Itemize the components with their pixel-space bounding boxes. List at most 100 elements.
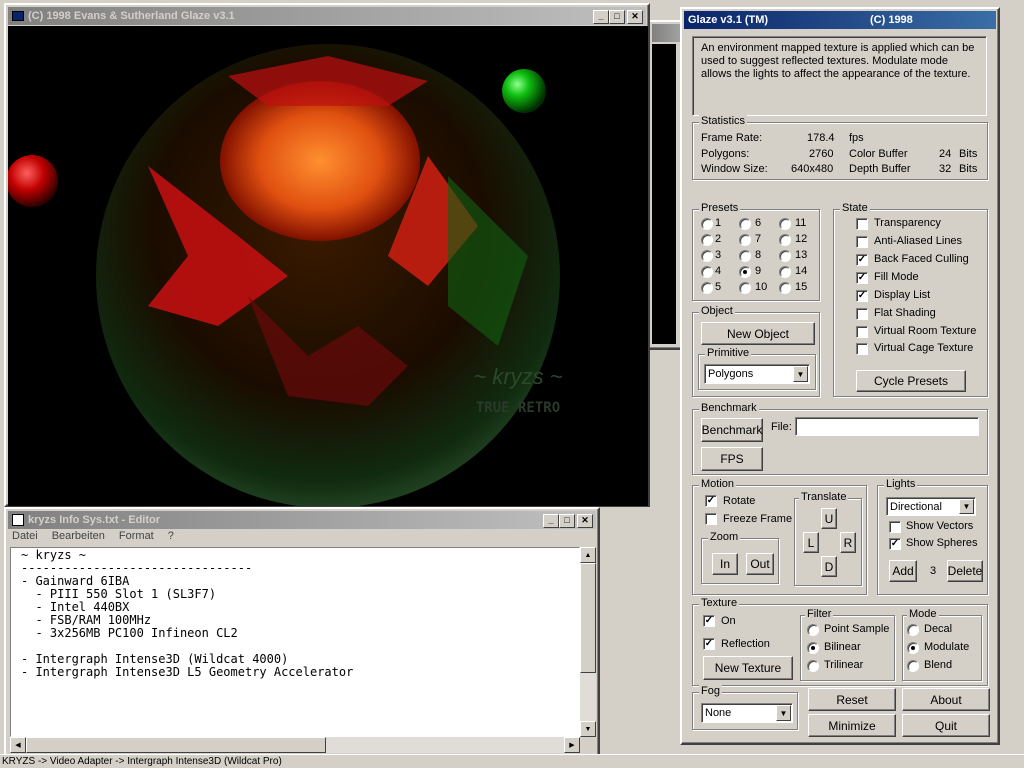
watermark-main: ~ kryzs ~ [473, 364, 562, 389]
editor-vertical-scrollbar[interactable]: ▲ ▼ [580, 547, 596, 737]
fog-dropdown-arrow-icon[interactable]: ▼ [776, 705, 791, 721]
editor-menubar: Datei Bearbeiten Format ? [12, 530, 174, 546]
preset-radio-9[interactable] [739, 266, 751, 278]
menu-format[interactable]: Format [119, 530, 154, 546]
back-faced-culling-checkbox[interactable]: ✓ [856, 254, 868, 266]
anti-aliased-lines-checkbox[interactable] [856, 236, 868, 248]
preset-label-6: 6 [755, 217, 762, 229]
delete-light-button[interactable]: Delete [947, 560, 983, 582]
preset-radio-13[interactable] [779, 250, 791, 262]
virtual-cage-texture-label: Virtual Cage Texture [874, 342, 974, 354]
primitive-dropdown[interactable]: Polygons ▼ [704, 364, 810, 384]
filter-trilinear-radio[interactable] [807, 660, 819, 672]
scroll-up-icon[interactable]: ▲ [580, 547, 596, 563]
mode-decal-radio[interactable] [907, 624, 919, 636]
new-texture-button[interactable]: New Texture [703, 656, 793, 680]
mode-blend-radio[interactable] [907, 660, 919, 672]
light-type-dropdown-arrow-icon[interactable]: ▼ [959, 499, 974, 514]
fps-button[interactable]: FPS [701, 447, 763, 471]
filter-bilinear-radio[interactable] [807, 642, 819, 654]
translate-down-button[interactable]: D [821, 556, 837, 577]
preset-label-10: 10 [755, 281, 768, 293]
freeze-frame-checkbox[interactable] [705, 513, 717, 525]
editor-text-area[interactable]: ~ kryzs ~ ------------------------------… [10, 547, 580, 737]
transparency-checkbox[interactable] [856, 218, 868, 230]
show-spheres-checkbox[interactable]: ✓ [889, 538, 901, 550]
window-size-label: Window Size: [701, 163, 768, 175]
close-icon[interactable]: ✕ [627, 10, 643, 24]
preset-label-14: 14 [795, 265, 808, 277]
show-vectors-checkbox[interactable] [889, 521, 901, 533]
minimize-icon[interactable]: _ [593, 10, 609, 24]
preset-radio-12[interactable] [779, 234, 791, 246]
preset-radio-15[interactable] [779, 282, 791, 294]
menu-datei[interactable]: Datei [12, 530, 38, 546]
virtual-cage-texture-checkbox[interactable] [856, 343, 868, 355]
translate-up-button[interactable]: U [821, 508, 837, 529]
flat-shading-label: Flat Shading [874, 307, 936, 319]
zoom-in-button[interactable]: In [712, 553, 738, 575]
preset-radio-14[interactable] [779, 266, 791, 278]
preset-radio-6[interactable] [739, 218, 751, 230]
preset-radio-5[interactable] [701, 282, 713, 294]
light-type-dropdown[interactable]: Directional ▼ [886, 497, 976, 516]
virtual-room-texture-checkbox[interactable] [856, 326, 868, 338]
preset-radio-1[interactable] [701, 218, 713, 230]
depth-buffer-value: 32 [939, 163, 952, 175]
preset-radio-10[interactable] [739, 282, 751, 294]
mode-modulate-radio[interactable] [907, 642, 919, 654]
scroll-thumb-vertical[interactable] [580, 563, 596, 673]
preset-radio-11[interactable] [779, 218, 791, 230]
menu-bearbeiten[interactable]: Bearbeiten [52, 530, 105, 546]
editor-close-icon[interactable]: ✕ [577, 514, 593, 528]
primitive-value: Polygons [708, 368, 754, 380]
preset-label-5: 5 [715, 281, 722, 293]
translate-right-button[interactable]: R [840, 532, 856, 553]
preset-radio-8[interactable] [739, 250, 751, 262]
reset-button[interactable]: Reset [808, 688, 896, 711]
freeze-frame-label: Freeze Frame [723, 513, 793, 525]
primitive-dropdown-arrow-icon[interactable]: ▼ [793, 366, 808, 382]
zoom-out-button[interactable]: Out [746, 553, 774, 575]
quit-button[interactable]: Quit [902, 714, 990, 737]
fill-mode-checkbox[interactable]: ✓ [856, 272, 868, 284]
filter-point-sample-radio[interactable] [807, 624, 819, 636]
cycle-presets-button[interactable]: Cycle Presets [856, 370, 966, 392]
benchmark-file-input[interactable] [795, 417, 979, 436]
add-light-button[interactable]: Add [889, 560, 917, 582]
red-light-sphere [8, 155, 58, 207]
render-viewport[interactable]: ~ kryzs ~ TRUE RETRO [8, 26, 648, 506]
about-button[interactable]: About [902, 688, 990, 711]
preset-radio-2[interactable] [701, 234, 713, 246]
green-light-sphere [502, 69, 546, 113]
preset-radio-7[interactable] [739, 234, 751, 246]
lights-group: Lights Directional ▼ Show Vectors ✓ Show… [877, 478, 988, 595]
benchmark-button[interactable]: Benchmark [701, 418, 763, 442]
rotate-label: Rotate [723, 495, 756, 507]
preset-label-8: 8 [755, 249, 762, 261]
light-type-value: Directional [890, 500, 942, 513]
anti-aliased-lines-label: Anti-Aliased Lines [874, 235, 963, 247]
minimize-button[interactable]: Minimize [808, 714, 896, 737]
display-list-checkbox[interactable]: ✓ [856, 290, 868, 302]
new-object-button[interactable]: New Object [701, 322, 815, 345]
scroll-left-icon[interactable]: ◀ [10, 737, 26, 753]
flat-shading-checkbox[interactable] [856, 308, 868, 320]
color-buffer-value: 24 [939, 148, 952, 160]
editor-maximize-icon[interactable]: □ [559, 514, 575, 528]
menu-help[interactable]: ? [168, 530, 174, 546]
rotate-checkbox[interactable]: ✓ [705, 495, 717, 507]
scroll-down-icon[interactable]: ▼ [580, 721, 596, 737]
preset-radio-3[interactable] [701, 250, 713, 262]
scene-graphic: ~ kryzs ~ TRUE RETRO [8, 44, 563, 506]
fog-dropdown[interactable]: None ▼ [701, 703, 793, 723]
maximize-icon[interactable]: □ [609, 10, 625, 24]
reflection-checkbox[interactable]: ✓ [703, 638, 715, 650]
translate-left-button[interactable]: L [803, 532, 819, 553]
preset-radio-4[interactable] [701, 266, 713, 278]
scroll-right-icon[interactable]: ▶ [564, 737, 580, 753]
scroll-thumb-horizontal[interactable] [26, 737, 326, 753]
editor-horizontal-scrollbar[interactable]: ◀ ▶ [10, 737, 580, 753]
texture-on-checkbox[interactable]: ✓ [703, 615, 715, 627]
editor-minimize-icon[interactable]: _ [543, 514, 559, 528]
